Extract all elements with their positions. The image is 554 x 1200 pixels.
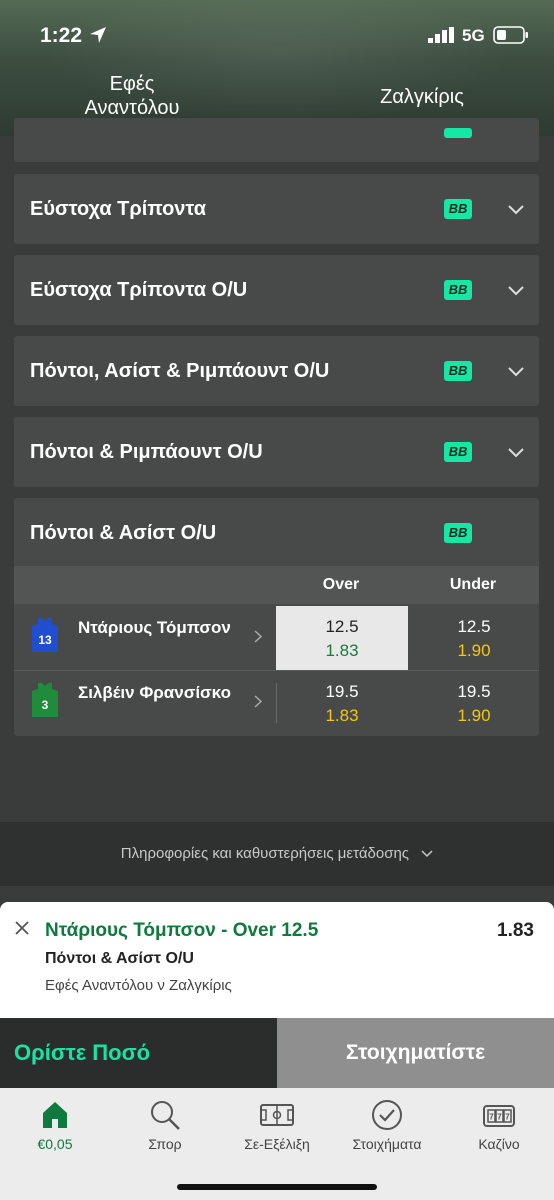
bet-builder-badge: BB [444, 361, 472, 381]
tab-my-bets[interactable]: Στοιχήματα [332, 1096, 442, 1152]
odds-value: 1.90 [457, 641, 491, 660]
market-title[interactable]: Πόντοι & Ασίστ O/U [30, 522, 216, 545]
search-icon [151, 1101, 180, 1130]
slot-icon: 7 7 7 [483, 1105, 515, 1127]
odds-value: 1.83 [325, 706, 359, 725]
market-title: Εύστοχα Τρίποντα O/U [30, 279, 248, 301]
chevron-right-icon[interactable] [254, 630, 262, 643]
tab-live[interactable]: Σε-Εξέλιξη [222, 1096, 332, 1152]
odds-cell-over[interactable]: 12.5 1.83 [276, 606, 408, 670]
line-value: 12.5 [325, 617, 359, 636]
battery-icon [493, 26, 528, 44]
status-time: 1:22 [40, 24, 83, 47]
svg-text:7: 7 [489, 1113, 494, 1122]
svg-text:7: 7 [505, 1113, 510, 1122]
market-card-3pt-ou[interactable]: Εύστοχα Τρίποντα O/U BB [14, 255, 539, 325]
odds-value: 1.90 [457, 706, 491, 725]
market-title: Πόντοι & Ριμπάουντ O/U [30, 441, 263, 463]
jersey-number: 3 [42, 698, 49, 712]
network-type: 5G [462, 26, 485, 45]
tab-sports[interactable]: Σπορ [110, 1096, 220, 1152]
line-value: 12.5 [457, 617, 491, 636]
odds-value: 1.83 [325, 641, 359, 660]
set-stake-button[interactable]: Ορίστε Ποσό [0, 1018, 277, 1088]
broadcast-info-bar[interactable]: Πληροφορίες και καθυστερήσεις μετάδοσης [0, 822, 554, 886]
odds-cell-over[interactable]: 19.5 1.83 [276, 671, 408, 735]
place-bet-button[interactable]: Στοιχηματίστε [277, 1018, 554, 1088]
signal-icon [428, 27, 454, 43]
chevron-right-icon[interactable] [254, 695, 262, 708]
location-arrow-icon [90, 27, 106, 43]
tab-casino[interactable]: 7 7 7 Καζίνο [444, 1096, 554, 1152]
bet-builder-badge: BB [444, 523, 472, 543]
tab-label: €0,05 [37, 1136, 73, 1152]
home-team-name[interactable]: Εφές Αναντόλου [70, 72, 194, 120]
chevron-down-icon[interactable] [508, 286, 524, 296]
market-card-partial[interactable] [14, 118, 539, 162]
odds-cell-under[interactable]: 12.5 1.90 [408, 606, 540, 670]
slip-selection: Ντάριους Τόμπσον - Over 12.5 [45, 920, 319, 941]
market-title: Πόντοι, Ασίστ & Ριμπάουντ O/U [30, 360, 330, 382]
market-card-pra-ou[interactable]: Πόντοι, Ασίστ & Ριμπάουντ O/U BB [14, 336, 539, 406]
bet-builder-badge: BB [444, 280, 472, 300]
jersey-icon: 13 [32, 618, 58, 652]
line-value: 19.5 [457, 682, 491, 701]
match-header: 1:22 5G Εφές Αναντόλου Ζαλγκίρις [0, 0, 554, 136]
tab-label: Σε-Εξέλιξη [244, 1136, 310, 1152]
market-card-pa-ou-expanded: Πόντοι & Ασίστ O/U BB Over Under 13 Ντάρ… [14, 498, 539, 736]
odds-column-header: Over Under [14, 566, 539, 604]
tab-label: Στοιχήματα [352, 1136, 422, 1152]
line-value: 19.5 [325, 682, 359, 701]
chevron-down-icon[interactable] [508, 205, 524, 215]
market-card-3pt-made[interactable]: Εύστοχα Τρίποντα BB [14, 174, 539, 244]
player-name[interactable]: Σιλβέιν Φρανσίσκο [78, 681, 248, 704]
odds-cell-under[interactable]: 19.5 1.90 [408, 671, 540, 735]
bet-builder-badge: BB [444, 442, 472, 462]
jersey-icon: 3 [32, 683, 58, 717]
home-indicator[interactable] [177, 1184, 377, 1190]
player-row: 13 Ντάριους Τόμπσον 12.5 1.83 12.5 1.90 [14, 606, 539, 670]
tab-label: Σπορ [148, 1136, 182, 1152]
slip-event: Εφές Αναντόλου ν Ζαλγκίρις [45, 977, 232, 994]
column-over-label: Over [322, 576, 360, 593]
chevron-down-icon[interactable] [508, 448, 524, 458]
close-icon[interactable] [14, 920, 30, 936]
bet-builder-badge [444, 128, 472, 138]
slip-odds: 1.83 [497, 920, 534, 941]
pitch-icon [260, 1104, 294, 1126]
slip-market: Πόντοι & Ασίστ O/U [45, 950, 194, 967]
bet-slip: Ντάριους Τόμπσον - Over 12.5 1.83 Πόντοι… [0, 902, 554, 1018]
market-title: Εύστοχα Τρίποντα [30, 198, 207, 220]
column-under-label: Under [449, 576, 497, 593]
tab-home[interactable]: €0,05 [0, 1096, 110, 1152]
away-team-name[interactable]: Ζαλγκίρις [360, 86, 484, 109]
tab-label: Καζίνο [478, 1136, 520, 1152]
check-icon [372, 1100, 402, 1130]
chevron-down-icon [421, 850, 433, 858]
market-card-pr-ou[interactable]: Πόντοι & Ριμπάουντ O/U BB [14, 417, 539, 487]
bet-builder-badge: BB [444, 199, 472, 219]
jersey-number: 13 [38, 633, 52, 647]
player-name[interactable]: Ντάριους Τόμπσον [78, 616, 248, 639]
info-text: Πληροφορίες και καθυστερήσεις μετάδοσης [120, 845, 410, 862]
player-row: 3 Σιλβέιν Φρανσίσκο 19.5 1.83 19.5 1.90 [14, 671, 539, 735]
svg-text:7: 7 [497, 1113, 502, 1122]
chevron-down-icon[interactable] [508, 367, 524, 377]
home-icon [43, 1102, 67, 1128]
status-bar: 1:22 5G [0, 22, 554, 50]
